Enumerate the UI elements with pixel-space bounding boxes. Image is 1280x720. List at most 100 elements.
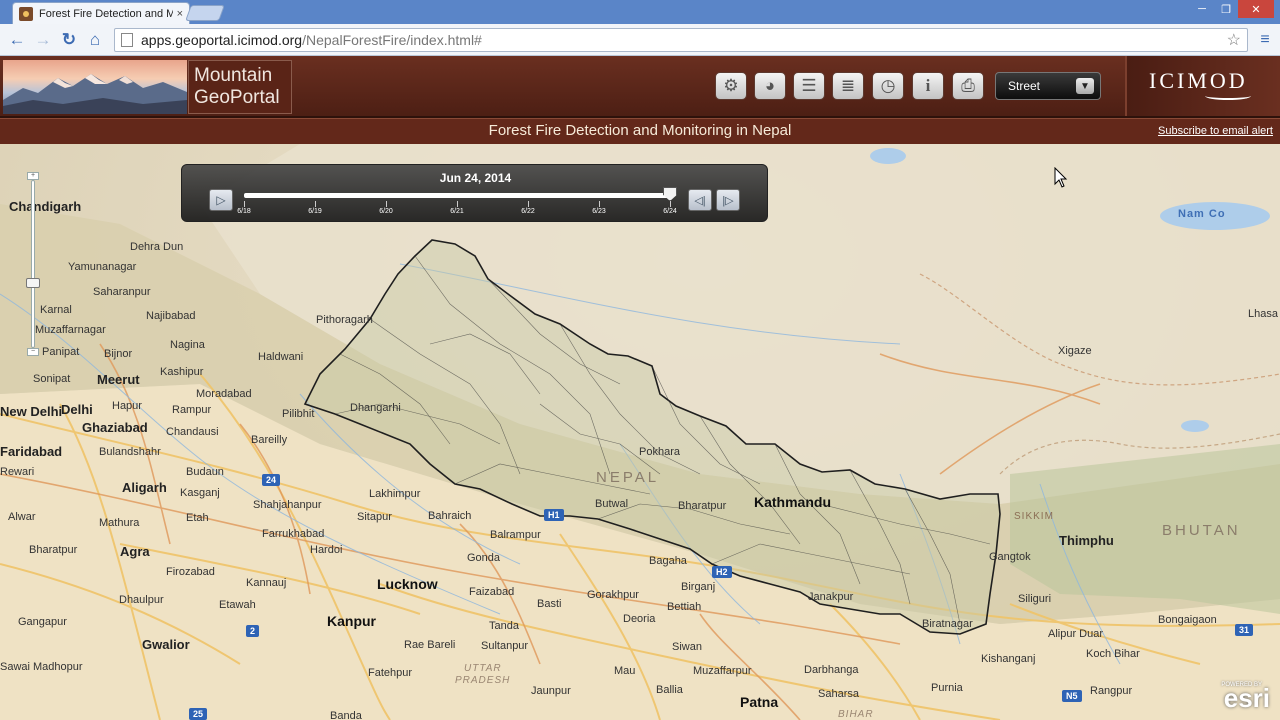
arrow-left-icon: ← [8,29,26,49]
map-label-hardoi: Hardoi [310,544,343,556]
forward-button[interactable]: → [30,27,56,53]
map-label-thimphu: Thimphu [1059,533,1114,548]
legend-icon: ≣ [840,76,856,95]
map-label-bharatpur-in: Bharatpur [29,544,78,556]
road-shield: 2 [246,625,260,637]
subscribe-email-alert-link[interactable]: Subscribe to email alert [1158,125,1273,137]
map-label-etawah: Etawah [219,599,256,611]
print-button[interactable]: ⎙ [952,72,984,100]
map-label-farrukhabad: Farrukhabad [262,528,325,540]
zoom-out-button[interactable]: − [27,348,39,356]
map-label-panipat: Panipat [42,346,80,358]
time-slider-thumb[interactable] [663,187,677,201]
map-label-siliguri: Siliguri [1018,593,1052,605]
time-slider-panel: Jun 24, 2014 ▷ 6/18 6/19 6/20 6/21 6/22 6/23 6… [181,164,768,222]
map-label-kishanganj: Kishanganj [981,653,1036,665]
map-label-najibabad: Najibabad [146,310,196,322]
legend-button[interactable]: ≣ [832,72,864,100]
map-label-sawai-madhopur: Sawai Madhopur [0,661,83,673]
map-label-moradabad: Moradabad [196,388,252,400]
map-label-ballia: Ballia [656,684,683,696]
address-bar[interactable]: apps.geoportal.icimod.org /NepalForestFi… [114,27,1248,52]
basemap-select[interactable]: Street ▼ [995,72,1101,100]
map-label-mau: Mau [614,665,636,677]
icimod-brand-panel: ICIMOD [1125,56,1280,116]
step-forward-button[interactable]: |▷ [716,189,740,211]
map-label-dhaulpur: Dhaulpur [119,594,164,606]
play-icon: ▷ [216,193,226,207]
time-button[interactable]: ◷ [872,72,904,100]
new-tab-button[interactable] [185,5,225,21]
time-slider-tick [244,201,245,207]
chevron-down-icon: ▼ [1076,78,1094,94]
play-button[interactable]: ▷ [209,189,233,211]
map-label-patna: Patna [740,694,779,710]
zoom-in-button[interactable]: + [27,172,39,180]
time-slider-tick-label: 6/20 [379,208,393,215]
tab-title: Forest Fire Detection and Monitoring in … [39,7,173,20]
time-slider-tick [528,201,529,207]
settings-button[interactable]: ⚙ [715,72,747,100]
road-shield: 31 [1235,624,1254,636]
browser-toolbar: ← → ↻ ⌂ apps.geoportal.icimod.org /Nepal… [0,24,1280,56]
close-window-button[interactable]: ✕ [1238,0,1274,18]
map-label-rampur: Rampur [172,404,212,416]
layers-button[interactable]: ☰ [793,72,825,100]
minimize-button[interactable]: ─ [1190,0,1214,18]
reload-button[interactable]: ↻ [56,27,82,53]
time-slider-tick-label: 6/22 [521,208,535,215]
map-label-agra: Agra [120,544,150,559]
map-label-chandausi: Chandausi [166,426,219,438]
road-shield: H1 [544,509,564,521]
reload-icon: ↻ [61,29,77,49]
page-title: Forest Fire Detection and Monitoring in … [488,122,792,139]
globe-button[interactable]: ◕ [754,72,786,100]
map-label-rewari: Rewari [0,466,35,478]
map-label-balrampur: Balrampur [490,529,541,541]
icimod-logo: ICIMOD [1149,68,1248,93]
map-label-bahraich: Bahraich [428,510,472,522]
map-label-hapur: Hapur [112,400,142,412]
map-view[interactable]: Chandigarh Dehra Dun Yamunanagar Saharan… [0,144,1280,720]
step-back-button[interactable]: ◁| [688,189,712,211]
time-slider-tick [315,201,316,207]
tab-close-icon[interactable]: × [177,8,183,20]
map-label-deoria: Deoria [623,613,656,625]
favicon-icon [19,6,33,21]
zoom-slider[interactable]: + − [26,172,40,356]
road-shield: H2 [712,566,732,578]
map-label-sonipat: Sonipat [33,373,71,385]
map-label-koch-bihar: Koch Bihar [1086,648,1140,660]
map-label-nagina: Nagina [170,339,205,351]
info-button[interactable]: i [912,72,944,100]
layers-icon: ☰ [801,76,817,95]
map-label-bijnor: Bijnor [104,348,133,360]
map-label-etah: Etah [186,512,209,524]
map-label-bettiah: Bettiah [667,601,702,613]
zoom-track[interactable] [31,180,35,348]
map-label-darbhanga: Darbhanga [804,664,859,676]
map-label-karnal: Karnal [40,304,72,316]
road-shield: N5 [1062,690,1082,702]
zoom-thumb[interactable] [26,278,40,288]
maximize-button[interactable]: ❐ [1214,0,1238,18]
gear-icon: ⚙ [723,76,739,95]
url-host: apps.geoportal.icimod.org [141,31,303,48]
map-label-pilibhit: Pilibhit [282,408,315,420]
map-label-rangpur: Rangpur [1090,685,1133,697]
map-label-bhutan: BHUTAN [1162,522,1241,539]
browser-tab[interactable]: Forest Fire Detection and Monitoring in … [12,2,190,24]
time-slider-tick [457,201,458,207]
mountain-geoportal-logo[interactable]: Mountain GeoPortal [188,60,292,114]
back-button[interactable]: ← [4,27,30,53]
browser-menu-icon[interactable]: ≡ [1254,27,1276,53]
step-forward-icon: |▷ [722,194,734,207]
basemap-selected-value: Street [1008,79,1041,93]
map-label-gorakhpur: Gorakhpur [587,589,639,601]
bookmark-star-icon[interactable]: ☆ [1227,30,1241,50]
map-label-meerut: Meerut [97,372,140,387]
time-slider-track[interactable] [244,193,670,198]
home-button[interactable]: ⌂ [82,27,108,53]
time-slider-tick-label: 6/19 [308,208,322,215]
map-label-gonda: Gonda [467,552,501,564]
